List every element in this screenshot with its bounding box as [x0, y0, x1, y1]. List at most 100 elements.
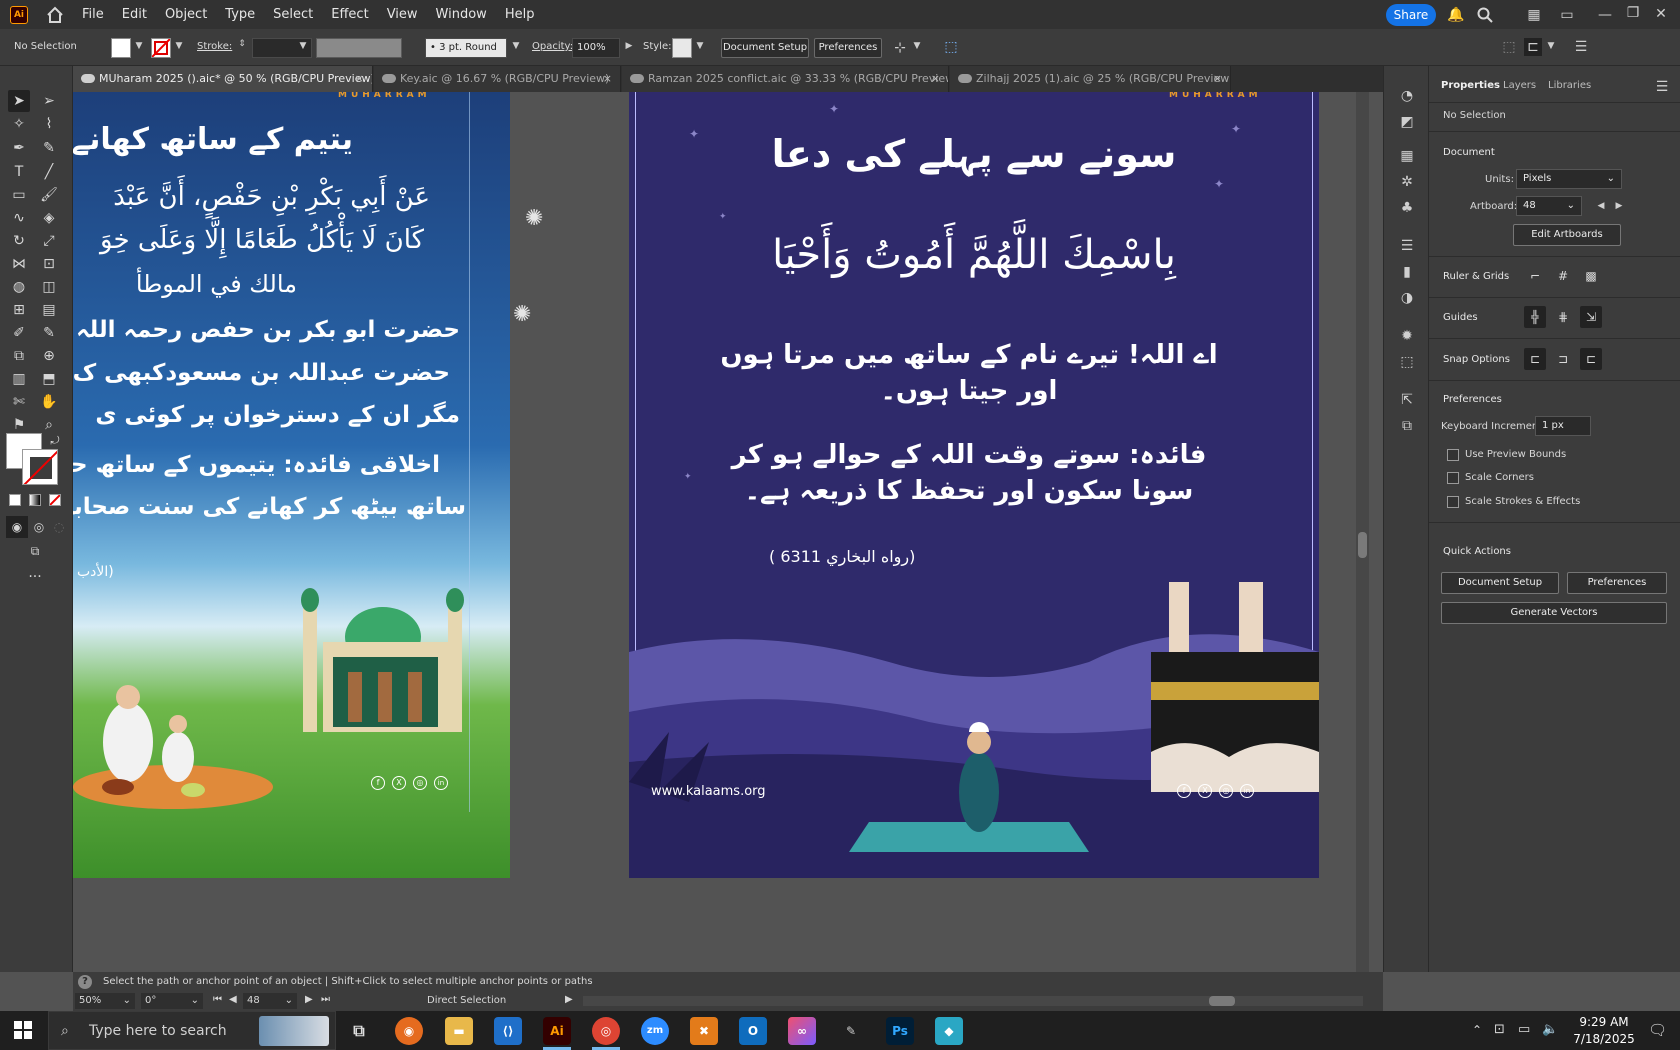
- variable-width-profile[interactable]: [316, 38, 402, 58]
- chevron-down-icon[interactable]: ▼: [511, 41, 521, 51]
- keyboard-increment-input[interactable]: 1 px: [1535, 416, 1591, 436]
- chevron-right-icon[interactable]: ▶: [624, 41, 634, 51]
- artboard-tool-icon[interactable]: ⬒: [38, 368, 60, 390]
- linkedin-icon[interactable]: in: [434, 776, 448, 790]
- restore-icon[interactable]: ❐: [1624, 4, 1642, 22]
- opacity-input[interactable]: 100%: [572, 38, 620, 58]
- chevron-down-icon[interactable]: ▼: [912, 41, 922, 51]
- scroll-thumb[interactable]: [1209, 996, 1235, 1006]
- appearance-icon[interactable]: ✹: [1397, 326, 1417, 346]
- eraser-tool-icon[interactable]: ◈: [38, 207, 60, 229]
- lock-guides-icon[interactable]: ⋕: [1552, 306, 1574, 328]
- snap-to-point-icon[interactable]: ⊏: [1524, 348, 1546, 370]
- artboard-sleep-dua[interactable]: MUHARRAM ✦ ✦ ✦ ✦ ✦ ✦ سونے سے پہلے کی دعا…: [629, 92, 1319, 878]
- network-alert-icon[interactable]: ⊡: [1494, 1022, 1505, 1037]
- prev-artboard-icon[interactable]: ◀: [229, 994, 237, 1005]
- tab-libraries[interactable]: Libraries: [1548, 80, 1591, 91]
- tab-properties[interactable]: Properties: [1441, 80, 1500, 91]
- home-icon[interactable]: [46, 6, 64, 24]
- close-tab-icon[interactable]: ×: [603, 66, 612, 92]
- bell-icon[interactable]: 🔔: [1447, 6, 1465, 24]
- symbol-sprayer-tool-icon[interactable]: ⊕: [38, 345, 60, 367]
- chevron-down-icon[interactable]: ▼: [298, 41, 308, 51]
- gradient-mode-icon[interactable]: [29, 494, 41, 506]
- stroke-panel-icon[interactable]: ☰: [1397, 236, 1417, 256]
- stroke-label[interactable]: Stroke:: [197, 41, 232, 52]
- menu-select[interactable]: Select: [273, 7, 313, 22]
- menu-effect[interactable]: Effect: [331, 7, 368, 22]
- xampp-icon[interactable]: ✖: [690, 1017, 718, 1045]
- scale-strokes-checkbox[interactable]: [1447, 496, 1459, 508]
- hand-tool-icon[interactable]: ✋: [38, 391, 60, 413]
- generate-vectors-button[interactable]: Generate Vectors: [1441, 602, 1667, 624]
- chevron-down-icon[interactable]: ▼: [174, 41, 184, 51]
- menu-type[interactable]: Type: [225, 7, 255, 22]
- zoom-select[interactable]: 50% ⌄: [75, 993, 135, 1009]
- grid-icon[interactable]: #: [1552, 265, 1574, 287]
- align-icon[interactable]: ⊹: [891, 39, 909, 57]
- zoom-app-icon[interactable]: zm: [641, 1017, 669, 1045]
- snap-to-pixel-icon[interactable]: ⊐: [1552, 348, 1574, 370]
- show-guides-icon[interactable]: ╬: [1524, 306, 1546, 328]
- scroll-thumb[interactable]: [1358, 532, 1367, 558]
- magic-wand-tool-icon[interactable]: ✧: [8, 113, 30, 135]
- stroke-swatch[interactable]: [151, 38, 171, 58]
- panel-menu-icon[interactable]: ☰: [1653, 78, 1671, 96]
- gradient-panel-icon[interactable]: ▮: [1397, 262, 1417, 282]
- rotation-select[interactable]: 0° ⌄: [141, 993, 203, 1009]
- rectangle-tool-icon[interactable]: ▭: [8, 184, 30, 206]
- canvas-area[interactable]: MUHARRAM یتیم کے ساتھ کھانے کی عَنْ أَبِ…: [73, 92, 1369, 972]
- x-icon[interactable]: X: [392, 776, 406, 790]
- draw-inside-icon[interactable]: ◌: [48, 516, 70, 538]
- volume-icon[interactable]: 🔈: [1542, 1022, 1558, 1037]
- next-artboard-icon[interactable]: ▶: [1610, 197, 1628, 215]
- transparency-icon[interactable]: ◑: [1397, 288, 1417, 308]
- artboard-yatim[interactable]: MUHARRAM یتیم کے ساتھ کھانے کی عَنْ أَبِ…: [73, 92, 510, 878]
- menu-icon[interactable]: ☰: [1572, 38, 1590, 56]
- opacity-label[interactable]: Opacity:: [532, 41, 573, 52]
- chrome-icon[interactable]: ◎: [592, 1017, 620, 1045]
- menu-file[interactable]: File: [82, 7, 104, 22]
- vertical-scrollbar[interactable]: [1356, 92, 1369, 972]
- curvature-tool-icon[interactable]: ✎: [38, 137, 60, 159]
- snap-icon[interactable]: ⊏: [1524, 38, 1542, 56]
- x-icon[interactable]: X: [1198, 784, 1212, 798]
- shape-builder-tool-icon[interactable]: ◍: [8, 276, 30, 298]
- gradient-tool-icon[interactable]: ▤: [38, 299, 60, 321]
- draw-behind-icon[interactable]: ◎: [28, 516, 50, 538]
- menu-help[interactable]: Help: [505, 7, 535, 22]
- taskbar-search-box[interactable]: ⌕ Type here to search: [48, 1011, 336, 1050]
- facebook-icon[interactable]: f: [371, 776, 385, 790]
- illustrator-taskbar-icon[interactable]: Ai: [543, 1017, 571, 1045]
- help-icon[interactable]: ?: [78, 975, 92, 989]
- preferences-button[interactable]: Preferences: [814, 38, 882, 58]
- arrange-icon[interactable]: ▭: [1558, 6, 1576, 24]
- preferences-button[interactable]: Preferences: [1567, 572, 1667, 594]
- width-tool-icon[interactable]: ⋈: [8, 253, 30, 275]
- tab-layers[interactable]: Layers: [1503, 80, 1536, 91]
- pen-tool-icon[interactable]: ✒: [8, 137, 30, 159]
- outlook-icon[interactable]: O: [739, 1017, 767, 1045]
- eyedropper-tool-icon[interactable]: ✐: [8, 322, 30, 344]
- vscode-icon[interactable]: ⟨⟩: [494, 1017, 522, 1045]
- isolate-icon[interactable]: ⬚: [1500, 38, 1518, 56]
- artboard-select[interactable]: 48 ⌄: [1516, 196, 1582, 216]
- chevron-up-icon[interactable]: ⌃: [1472, 1023, 1482, 1037]
- screen-mode-icon[interactable]: ⧉: [24, 540, 46, 562]
- minimize-icon[interactable]: —: [1596, 6, 1614, 24]
- slice-tool-icon[interactable]: ✄: [8, 391, 30, 413]
- export-icon[interactable]: ⇱: [1397, 390, 1417, 410]
- status-menu-icon[interactable]: ▶: [565, 994, 573, 1005]
- transparency-grid-icon[interactable]: ▩: [1580, 265, 1602, 287]
- prev-artboard-icon[interactable]: ◀: [1592, 197, 1610, 215]
- color-mode-icon[interactable]: [9, 494, 21, 506]
- brushes-icon[interactable]: ✲: [1397, 172, 1417, 192]
- artboard-nav-select[interactable]: 48 ⌄: [243, 993, 297, 1009]
- chevron-down-icon[interactable]: ▼: [134, 41, 144, 51]
- document-setup-button[interactable]: Document Setup: [1441, 572, 1559, 594]
- stroke-color-box[interactable]: [22, 449, 58, 485]
- swatches-icon[interactable]: ▦: [1397, 146, 1417, 166]
- chevron-down-icon[interactable]: ▼: [695, 41, 705, 51]
- close-tab-icon[interactable]: ×: [355, 66, 364, 92]
- linkedin-icon[interactable]: in: [1240, 784, 1254, 798]
